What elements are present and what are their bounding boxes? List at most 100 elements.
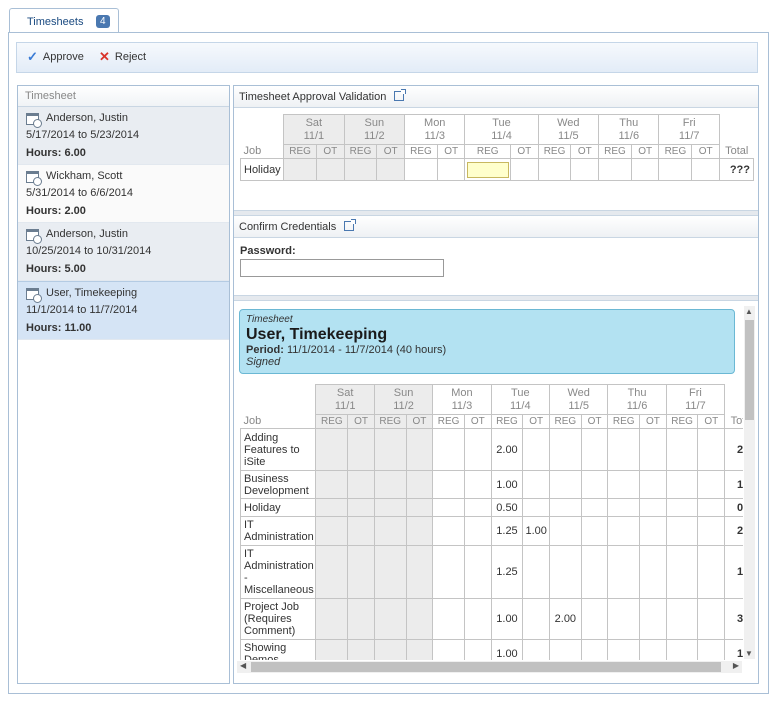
hours-cell [373,516,407,546]
calendar-icon [26,229,42,244]
hours-cell [510,158,539,181]
hours-cell [691,158,720,181]
hours-cell [373,545,407,599]
hours-input[interactable] [466,161,509,178]
reg-header: REG [607,414,641,429]
hours-cell [580,470,609,499]
hours-cell [432,498,465,517]
reject-label: Reject [114,51,147,63]
timesheet-list: Timesheet Anderson, Justin 5/17/2014 to … [17,85,230,684]
total-column-header: Total [730,415,743,428]
popout-icon[interactable] [394,89,407,101]
ot-header: OT [580,414,609,429]
list-item[interactable]: Wickham, Scott 5/31/2014 to 6/6/2014 Hou… [18,165,229,223]
day-name: Fri [689,387,702,399]
day-date: 11/3 [424,130,446,142]
ot-header: OT [376,144,406,159]
scroll-thumb[interactable] [251,662,721,672]
summary-kind: Timesheet [246,314,293,325]
job-cell: Showing Demos [239,639,317,660]
day-date: 11/3 [451,400,473,412]
scroll-left-icon[interactable]: ◀ [240,661,246,670]
list-item[interactable]: Anderson, Justin 10/25/2014 to 10/31/201… [18,223,229,281]
hours-cell [639,639,667,660]
hours-cell [316,158,345,181]
hours-cell [432,598,465,640]
hours-cell [639,545,667,599]
ot-header: OT [639,414,667,429]
table-row: Showing Demos 1.00 1.0( [239,639,743,660]
validation-header: Timesheet Approval Validation [234,86,758,108]
hours-cell [373,598,407,640]
employee-name: Anderson, Justin [46,112,128,124]
hours-cell [283,158,318,181]
vertical-scrollbar[interactable]: ▲ ▼ [744,306,755,659]
timesheet-detail[interactable]: Timesheet User, Timekeeping Period: 11/1… [234,301,758,683]
approve-button[interactable]: ✓ Approve [27,50,84,63]
hours-cell [639,516,667,546]
reg-header: REG [490,414,524,429]
day-header: Thu 11/6 [598,114,660,145]
day-header: Fri 11/7 [658,114,720,145]
hours-cell [376,158,406,181]
day-header: Wed 11/5 [537,114,600,145]
tab-label: Timesheets [27,16,84,28]
hours-cell [697,639,726,660]
x-icon: ✕ [99,49,110,64]
hours-cell [432,516,465,546]
hours-cell [343,158,378,181]
horizontal-scrollbar[interactable]: ◀ ▶ [237,661,742,673]
hours-cell [665,428,699,471]
hours: Hours: 2.00 [26,205,86,217]
credentials-title: Confirm Credentials [239,221,337,233]
password-input[interactable] [240,259,444,277]
hours-cell [607,428,641,471]
hours-cell [548,428,582,471]
ot-header: OT [405,414,434,429]
total-cell: 3.0( [724,598,743,640]
corner [725,385,743,415]
scroll-thumb[interactable] [745,320,754,420]
reg-header: REG [537,144,572,159]
hours-cell [639,498,667,517]
hours-cell [315,598,349,640]
day-header: Mon 11/3 [432,384,492,415]
tab-timesheets[interactable]: Timesheets 4 [9,8,119,33]
reg-header: REG [548,414,582,429]
hours-cell [548,639,582,660]
job-cell: Project Job (Requires Comment) [239,598,317,640]
hours-cell [697,545,726,599]
hours-cell: 1.00 [522,516,550,546]
scroll-down-icon[interactable]: ▼ [745,649,753,658]
list-header: Timesheet [18,86,229,107]
hours-cell [658,158,693,181]
job-cell: Holiday [239,498,317,517]
reject-button[interactable]: ✕ Reject [99,49,147,64]
hours-cell [665,498,699,517]
hours-cell [315,545,349,599]
scroll-right-icon[interactable]: ▶ [733,661,739,670]
scroll-up-icon[interactable]: ▲ [745,307,753,316]
corner [241,385,316,415]
list-item-selected[interactable]: User, Timekeeping 11/1/2014 to 11/7/2014… [18,281,229,340]
hours-cell [598,158,632,181]
day-name: Tue [492,117,511,129]
hours-cell [405,545,434,599]
hours-cell [347,498,375,517]
hours: Hours: 11.00 [26,322,92,334]
popout-icon[interactable] [344,219,357,231]
calendar-icon [26,171,42,186]
hours-cell: 1.25 [490,545,524,599]
period-label: Period: [246,344,284,356]
reg-header: REG [598,144,632,159]
list-item[interactable]: Anderson, Justin 5/17/2014 to 5/23/2014 … [18,107,229,165]
password-label: Password: [240,245,296,257]
ot-header: OT [347,414,375,429]
hours-cell [665,470,699,499]
hours-cell [665,639,699,660]
hours-cell [522,470,550,499]
table-row: IT Administration 1.251.00 2.2! [239,516,743,546]
hours-cell [580,498,609,517]
summary-name: User, Timekeeping [246,326,388,343]
ot-header: OT [316,144,345,159]
